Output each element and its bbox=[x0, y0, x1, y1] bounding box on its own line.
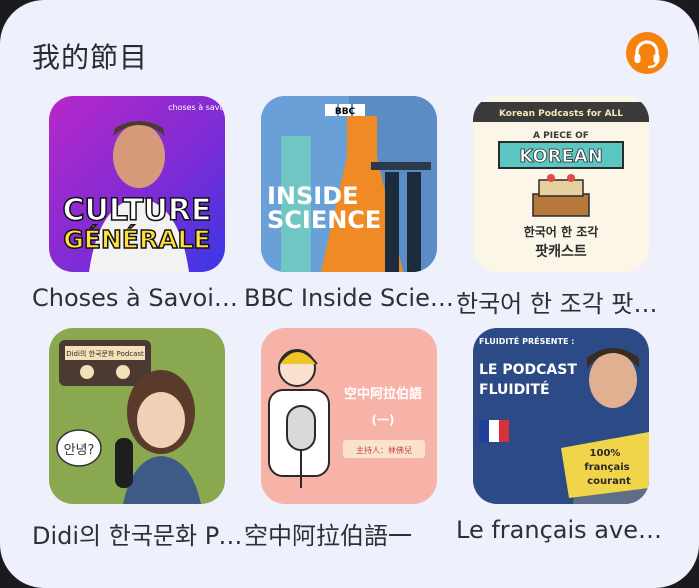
podcast-title: 한국어 한 조각 팟캐스트 bbox=[456, 290, 668, 318]
podcast-title: Choses à Savoir CULTURE GÉNÉRALE bbox=[32, 284, 244, 312]
podcast-title: Didi의 한국문화 Podcast bbox=[32, 522, 244, 550]
cover-badge: choses à savoir bbox=[168, 103, 225, 112]
cover-text: SCIENCE bbox=[267, 206, 381, 234]
cover-text: Korean Podcasts for ALL bbox=[499, 109, 623, 119]
cover-text: GÉNÉRALE bbox=[63, 225, 210, 254]
cover-text: 한국어 한 조각 bbox=[524, 224, 599, 239]
cover-text: KOREAN bbox=[519, 146, 603, 167]
podcast-cover[interactable]: choses à savoir CULTURE GÉNÉRALE bbox=[49, 96, 225, 272]
cover-text: CULTURE bbox=[63, 193, 212, 228]
podcast-cover[interactable]: BBC INSIDE SCIENCE bbox=[261, 96, 437, 272]
cover-text: 空中阿拉伯語 bbox=[344, 386, 422, 402]
podcast-title: BBC Inside Science bbox=[244, 284, 456, 312]
cover-text: courant bbox=[587, 476, 631, 487]
cover-text: 100% bbox=[590, 448, 621, 459]
podcast-cover[interactable]: 空中阿拉伯語 (一) 主持人：林佛兒 bbox=[261, 328, 437, 504]
cover-text: Didi의 한국문화 Podcast bbox=[66, 349, 144, 358]
cover-text: BBC bbox=[335, 107, 356, 117]
podcast-title: 空中阿拉伯語一 bbox=[244, 522, 412, 550]
cover-text: 主持人：林佛兒 bbox=[356, 445, 412, 455]
podcast-grid: choses à savoir CULTURE GÉNÉRALE Choses … bbox=[0, 0, 699, 588]
podcast-title: Le français avec Fluidité bbox=[456, 516, 668, 544]
cover-text: français bbox=[584, 462, 629, 473]
cover-text: FLUIDITÉ bbox=[479, 381, 550, 398]
podcast-cover[interactable]: Korean Podcasts for ALL A PIECE OF KOREA… bbox=[473, 96, 649, 272]
cover-text: 안녕? bbox=[64, 443, 95, 458]
podcast-cover[interactable]: FLUIDITÉ PRÉSENTE : LE PODCAST FLUIDITÉ … bbox=[473, 328, 649, 504]
cover-text: FLUIDITÉ PRÉSENTE : bbox=[479, 335, 574, 346]
cover-text: (一) bbox=[372, 413, 395, 427]
cover-text: 팟캐스트 bbox=[535, 243, 587, 260]
cover-text: LE PODCAST bbox=[479, 362, 577, 378]
podcast-cover[interactable]: Didi의 한국문화 Podcast 안녕? bbox=[49, 328, 225, 504]
podcast-widget: 我的節目 choses à savoir CULTURE GÉNÉRALE Ch… bbox=[0, 0, 699, 588]
cover-text: A PIECE OF bbox=[533, 131, 589, 141]
